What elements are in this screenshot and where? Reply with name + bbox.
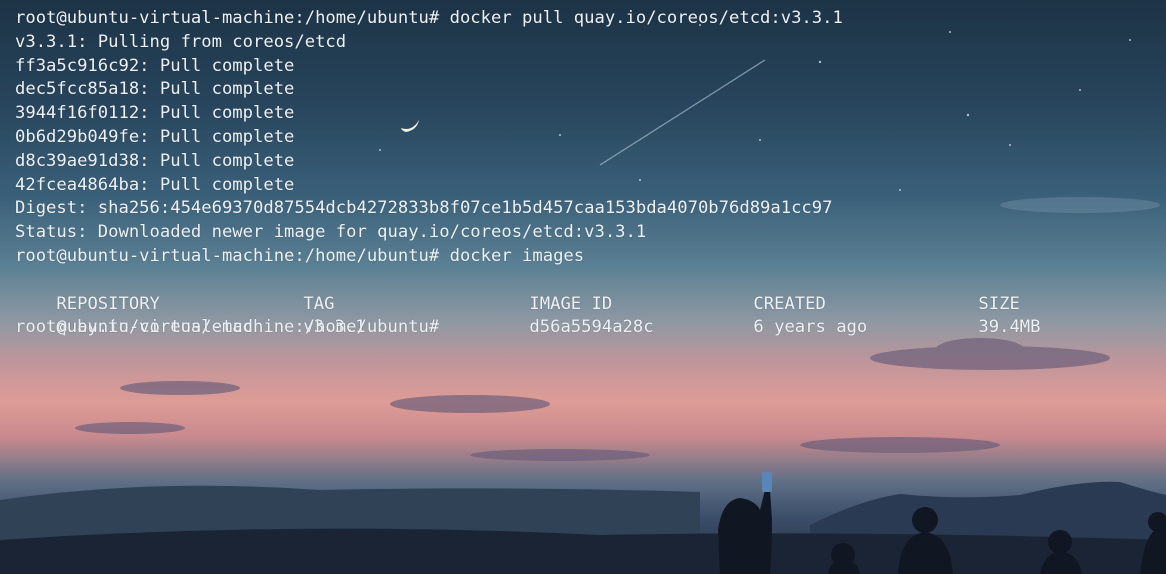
terminal-line: 0b6d29b049fe: Pull complete: [15, 126, 295, 147]
header-repository: REPOSITORY: [56, 293, 160, 314]
terminal-line: root@ubuntu-virtual-machine:/home/ubuntu…: [15, 8, 843, 28]
terminal-line: v3.3.1: Pulling from coreos/etcd: [15, 31, 347, 52]
header-tag: TAG: [303, 293, 335, 314]
terminal-line: 3944f16f0112: Pull complete: [15, 103, 295, 124]
header-created: CREATED: [753, 293, 826, 314]
images-table-header: REPOSITORY TAG IMAGE ID CREATED SIZE: [15, 269, 1155, 314]
terminal-line: dec5fcc85a18: Pull complete: [15, 79, 295, 100]
terminal-line: 42fcea4864ba: Pull complete: [15, 174, 295, 195]
terminal-line: root@ubuntu-virtual-machine:/home/ubuntu…: [15, 245, 585, 266]
terminal-line: d8c39ae91d38: Pull complete: [15, 150, 295, 171]
cell-image-id: d56a5594a28c: [529, 317, 654, 338]
cell-size: 39.4MB: [978, 317, 1041, 338]
terminal-line: Status: Downloaded newer image for quay.…: [15, 222, 647, 243]
cell-created: 6 years ago: [753, 317, 868, 338]
header-image-id: IMAGE ID: [529, 293, 613, 314]
terminal-line: ff3a5c916c92: Pull complete: [15, 55, 295, 76]
terminal-line: Digest: sha256:454e69370d87554dcb4272833…: [15, 198, 833, 219]
terminal-output[interactable]: root@ubuntu-virtual-machine:/home/ubuntu…: [15, 7, 1155, 340]
header-size: SIZE: [978, 293, 1020, 314]
